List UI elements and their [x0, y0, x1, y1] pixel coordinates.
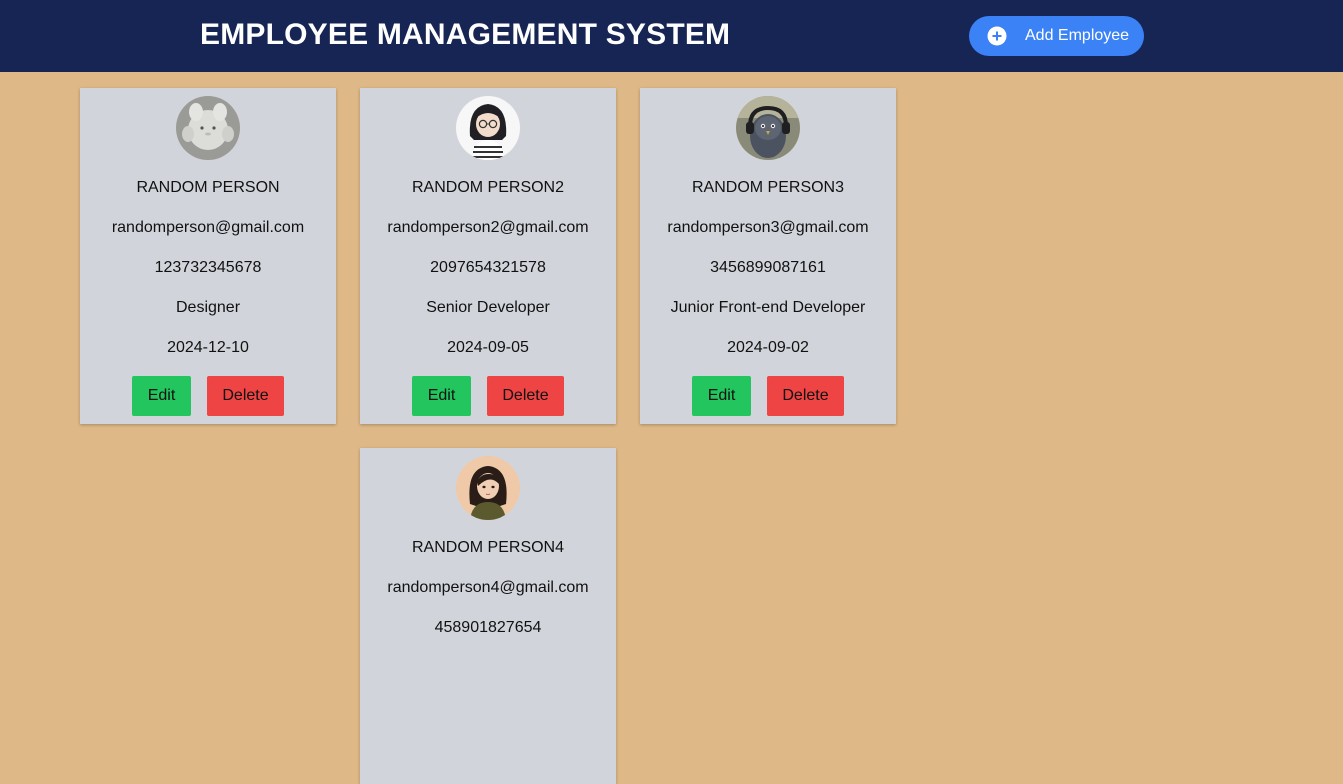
employee-name: RANDOM PERSON3	[691, 179, 845, 196]
employee-email: randomperson2@gmail.com	[387, 219, 589, 236]
employee-email: randomperson4@gmail.com	[387, 579, 589, 596]
delete-button[interactable]: Delete	[767, 376, 844, 416]
employee-role: Senior Developer	[426, 299, 550, 316]
employee-email: randomperson@gmail.com	[111, 219, 305, 236]
employee-avatar	[456, 96, 520, 160]
edit-button[interactable]: Edit	[412, 376, 471, 416]
employee-date: 2024-09-05	[447, 339, 529, 356]
employee-date: 2024-09-02	[727, 339, 809, 356]
add-employee-label: Add Employee	[1025, 27, 1130, 44]
employee-phone: 123732345678	[154, 259, 262, 276]
employee-card: RANDOM PERSON2 randomperson2@gmail.com 2…	[360, 88, 616, 424]
app-header: EMPLOYEE MANAGEMENT SYSTEM Add Employee	[0, 0, 1343, 72]
employee-card: RANDOM PERSON3 randomperson3@gmail.com 3…	[640, 88, 896, 424]
employee-name: RANDOM PERSON4	[411, 539, 565, 556]
delete-button[interactable]: Delete	[207, 376, 284, 416]
employee-role: Designer	[175, 299, 241, 316]
employee-card: RANDOM PERSON randomperson@gmail.com 123…	[80, 88, 336, 424]
employee-phone: 3456899087161	[710, 259, 826, 276]
employee-phone: 2097654321578	[430, 259, 546, 276]
delete-button[interactable]: Delete	[487, 376, 564, 416]
employee-email: randomperson3@gmail.com	[667, 219, 869, 236]
employee-avatar	[176, 96, 240, 160]
employee-avatar	[456, 456, 520, 520]
edit-button[interactable]: Edit	[692, 376, 751, 416]
employee-avatar	[736, 96, 800, 160]
add-employee-button[interactable]: Add Employee	[969, 16, 1144, 56]
page-title: EMPLOYEE MANAGEMENT SYSTEM	[200, 18, 731, 51]
plus-circle-icon	[987, 26, 1007, 46]
bird-with-headphones-avatar-icon	[736, 96, 800, 160]
employee-card: RANDOM PERSON4 randomperson4@gmail.com 4…	[360, 448, 616, 784]
employee-name: RANDOM PERSON	[136, 179, 280, 196]
employee-date: 2024-12-10	[167, 339, 249, 356]
employee-role: Junior Front-end Developer	[670, 299, 866, 316]
girl-with-glasses-avatar-icon	[456, 96, 520, 160]
employee-name: RANDOM PERSON2	[411, 179, 565, 196]
woman-dark-hair-avatar-icon	[456, 456, 520, 520]
employee-phone: 458901827654	[434, 619, 542, 636]
edit-button[interactable]: Edit	[132, 376, 191, 416]
plush-toy-avatar-icon	[176, 96, 240, 160]
